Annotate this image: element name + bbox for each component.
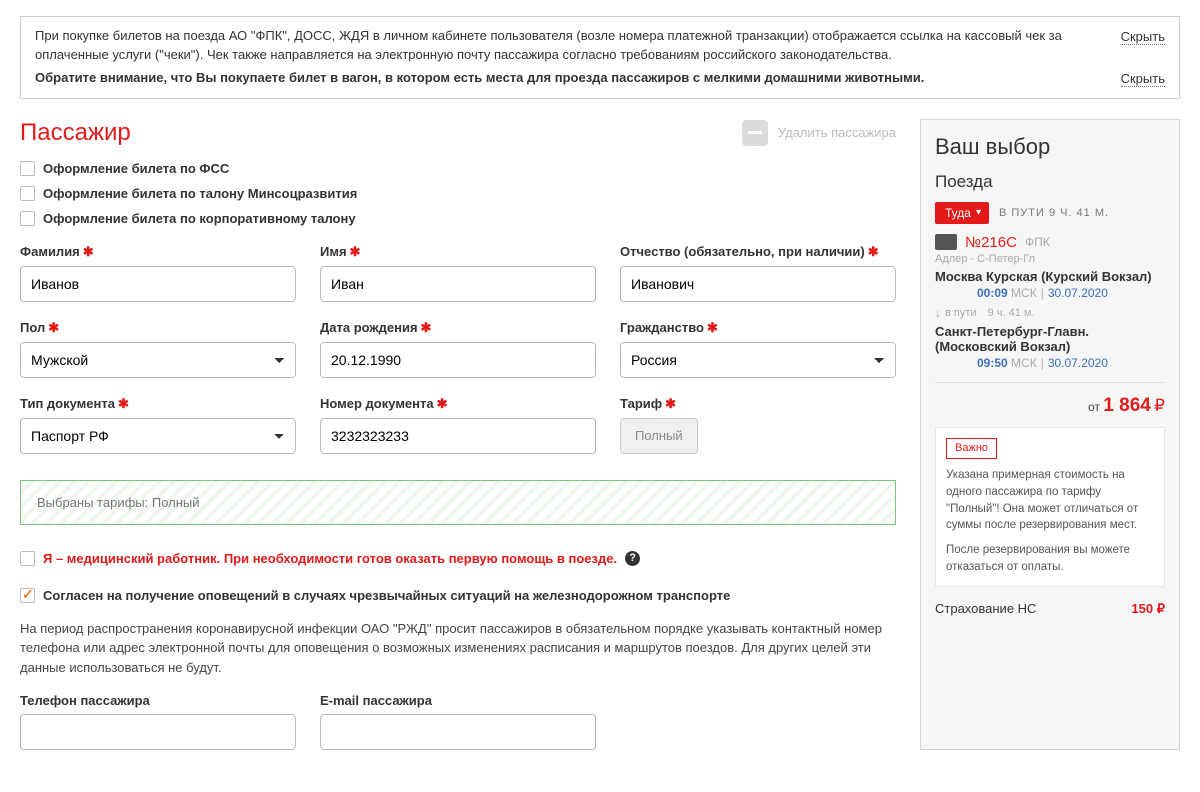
tariff-selected-bar: Выбраны тарифы: Полный	[20, 480, 896, 525]
med-label: Я – медицинский работник. При необходимо…	[43, 551, 617, 566]
checkbox-icon	[20, 186, 35, 201]
notice-text-2: Обратите внимание, что Вы покупаете биле…	[35, 69, 1101, 88]
firstname-input[interactable]	[320, 266, 596, 302]
med-checkbox[interactable]	[20, 551, 35, 566]
docnum-input[interactable]	[320, 418, 596, 454]
minsoc-checkbox-row[interactable]: Оформление билета по талону Минсоцразвит…	[20, 186, 896, 201]
checkbox-icon	[20, 161, 35, 176]
docnum-label: Номер документа✱	[320, 396, 596, 412]
hide-link-1[interactable]: Скрыть	[1121, 29, 1165, 45]
route-short: Адлер - С-Петер-Гл	[935, 253, 1165, 265]
important-text-1: Указана примерная стоимость на одного па…	[946, 467, 1154, 534]
main-form: Пассажир Удалить пассажира Оформление би…	[20, 119, 896, 751]
corp-label: Оформление билета по корпоративному тало…	[43, 211, 356, 226]
delete-passenger-button[interactable]: Удалить пассажира	[742, 120, 896, 146]
arrival-station: Санкт-Петербург-Главн. (Московский Вокза…	[935, 324, 1165, 354]
insurance-row: Страхование НС 150 ₽	[935, 601, 1165, 617]
price-row: от 1 864 ₽	[935, 395, 1165, 417]
delete-passenger-label: Удалить пассажира	[778, 125, 896, 140]
train-number: №216С	[965, 234, 1017, 251]
sidebar-section-trains: Поезда	[935, 172, 1165, 192]
patronymic-input[interactable]	[620, 266, 896, 302]
sidebar-title: Ваш выбор	[935, 134, 1165, 160]
gender-select[interactable]: Мужской	[20, 342, 296, 378]
citizenship-select[interactable]: Россия	[620, 342, 896, 378]
citizenship-label: Гражданство✱	[620, 320, 896, 336]
doctype-select[interactable]: Паспорт РФ	[20, 418, 296, 454]
corp-checkbox-row[interactable]: Оформление билета по корпоративному тало…	[20, 211, 896, 226]
consent-checkbox[interactable]	[20, 588, 35, 603]
tariff-button[interactable]: Полный	[620, 418, 698, 454]
arrival-time-row: 09:50 МСК|30.07.2020	[935, 356, 1165, 370]
departure-station: Москва Курская (Курский Вокзал)	[935, 269, 1165, 284]
minsoc-label: Оформление билета по талону Минсоцразвит…	[43, 186, 357, 201]
in-path-row: ↓ в пути 9 ч. 41 м.	[935, 306, 1165, 320]
departure-time-row: 00:09 МСК|30.07.2020	[935, 286, 1165, 300]
info-icon[interactable]: ?	[625, 551, 640, 566]
minus-icon	[742, 120, 768, 146]
important-badge: Важно	[946, 438, 997, 460]
notice-text-1: При покупке билетов на поезда АО "ФПК", …	[35, 27, 1101, 65]
chevron-down-icon: ▾	[976, 207, 981, 218]
firstname-label: Имя✱	[320, 244, 596, 260]
lastname-input[interactable]	[20, 266, 296, 302]
sidebar-summary: Ваш выбор Поезда Туда▾ В ПУТИ 9 Ч. 41 М.…	[920, 119, 1180, 751]
tariff-label: Тариф✱	[620, 396, 896, 412]
gender-label: Пол✱	[20, 320, 296, 336]
doctype-label: Тип документа✱	[20, 396, 296, 412]
travel-time: В ПУТИ 9 Ч. 41 М.	[999, 207, 1109, 219]
phone-input[interactable]	[20, 714, 296, 750]
insurance-price: 150 ₽	[1131, 601, 1165, 617]
important-box: Важно Указана примерная стоимость на одн…	[935, 427, 1165, 587]
direction-badge[interactable]: Туда▾	[935, 202, 989, 224]
train-icon	[935, 234, 957, 250]
dob-label: Дата рождения✱	[320, 320, 596, 336]
carrier-label: ФПК	[1025, 235, 1050, 249]
phone-label: Телефон пассажира	[20, 693, 296, 708]
covid-note: На период распространения коронавирусной…	[20, 619, 896, 678]
arrow-down-icon: ↓	[935, 306, 941, 320]
checkbox-icon	[20, 211, 35, 226]
email-label: E-mail пассажира	[320, 693, 596, 708]
notice-banner: При покупке билетов на поезда АО "ФПК", …	[20, 16, 1180, 99]
consent-label: Согласен на получение оповещений в случа…	[43, 588, 730, 603]
important-text-2: После резервирования вы можете отказатьс…	[946, 542, 1154, 575]
patronymic-label: Отчество (обязательно, при наличии)✱	[620, 244, 896, 260]
fss-label: Оформление билета по ФСС	[43, 161, 229, 176]
hide-link-2[interactable]: Скрыть	[1121, 71, 1165, 87]
email-input[interactable]	[320, 714, 596, 750]
insurance-label: Страхование НС	[935, 601, 1036, 617]
fss-checkbox-row[interactable]: Оформление билета по ФСС	[20, 161, 896, 176]
page-title: Пассажир	[20, 119, 131, 147]
dob-input[interactable]	[320, 342, 596, 378]
lastname-label: Фамилия✱	[20, 244, 296, 260]
